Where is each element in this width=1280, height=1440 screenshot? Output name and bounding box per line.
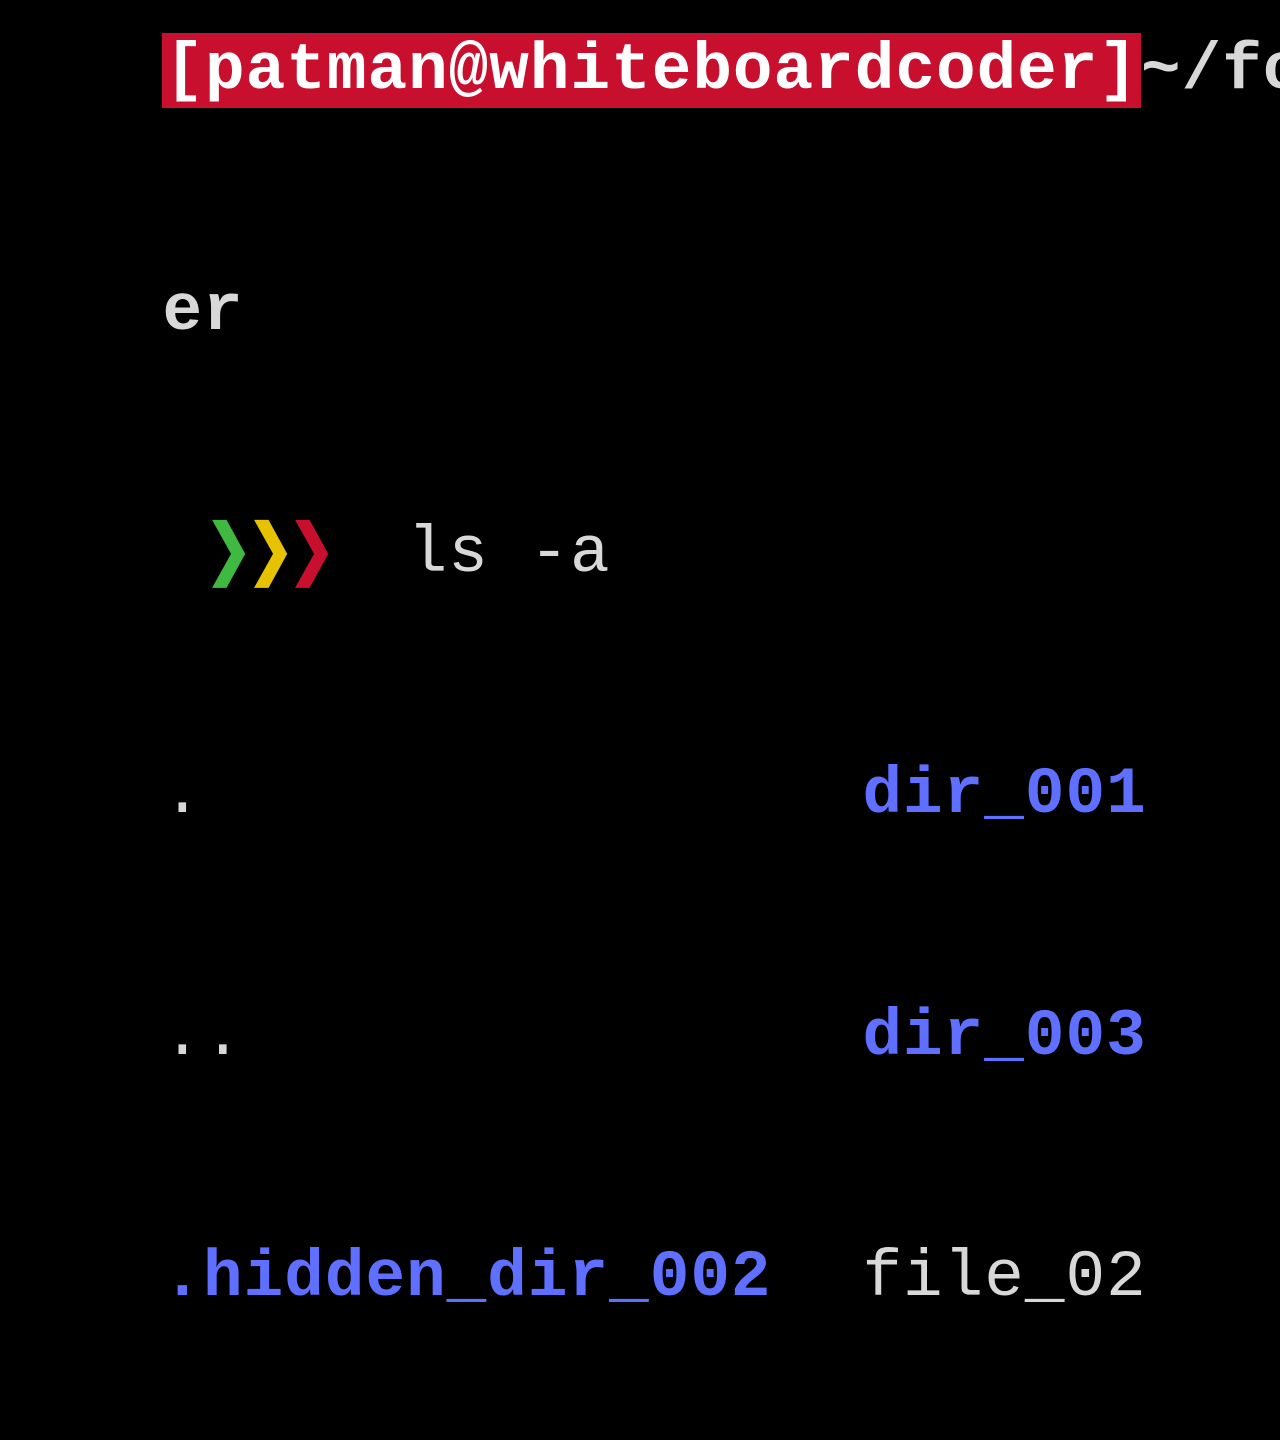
command-line: ❯❯❯ ls -a xyxy=(0,433,1280,675)
chevron-icon: ❯ xyxy=(288,514,323,595)
command-text: ls -a xyxy=(408,516,611,591)
prompt-line-1-wrap: er xyxy=(0,192,1280,434)
list-item: .hidden_file01file_03 xyxy=(0,1399,1280,1440)
prompt-line-1-top: [patman@whiteboardcoder]~/fold xyxy=(0,0,1280,192)
entry-dir: dir_003 xyxy=(862,997,1146,1078)
list-item: .dir_001 xyxy=(0,675,1280,917)
path-segment-wrap: er xyxy=(162,274,243,349)
chevron-icon: ❯ xyxy=(247,514,282,595)
prompt-chevrons: ❯❯❯ xyxy=(162,514,326,595)
entry-dot: . xyxy=(162,755,862,836)
entry-dotdot: .. xyxy=(162,997,862,1078)
entry-hidden-dir: .hidden_dir_002 xyxy=(162,1238,862,1319)
user-host-badge: [patman@whiteboardcoder] xyxy=(162,33,1141,108)
list-item: ..dir_003 xyxy=(0,916,1280,1158)
path-segment: ~/fold xyxy=(1141,33,1280,108)
terminal-output[interactable]: [patman@whiteboardcoder]~/fold er ❯❯❯ ls… xyxy=(0,0,1280,1440)
chevron-icon: ❯ xyxy=(206,514,241,595)
entry-dir: dir_001 xyxy=(862,755,1146,836)
list-item: .hidden_dir_002file_02 xyxy=(0,1158,1280,1400)
entry-file: file_02 xyxy=(862,1238,1146,1319)
